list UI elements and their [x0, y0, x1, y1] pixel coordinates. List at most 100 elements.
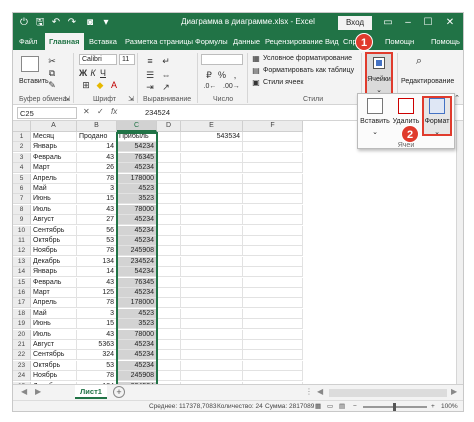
table-cell[interactable]	[243, 319, 303, 330]
table-cell-profit[interactable]: 45234	[117, 225, 157, 236]
normal-view-icon[interactable]: ▦	[315, 401, 321, 411]
column-header-a[interactable]: A	[31, 121, 77, 132]
table-cell-month[interactable]: Май	[31, 184, 77, 194]
table-cell[interactable]	[181, 142, 243, 153]
table-cell-sold[interactable]: 14	[77, 142, 117, 153]
minimize-icon[interactable]: –	[399, 16, 417, 30]
column-header-e[interactable]: E	[181, 121, 243, 132]
table-cell-profit[interactable]: 45234	[117, 163, 157, 174]
row-header[interactable]: 15	[13, 277, 31, 288]
row-header[interactable]: 22	[13, 350, 31, 361]
copy-icon[interactable]: ⧉	[47, 68, 57, 78]
paste-icon[interactable]	[21, 56, 39, 72]
table-cell-sold[interactable]: 27	[77, 215, 117, 226]
zoom-level[interactable]: 100%	[441, 401, 458, 411]
number-format-select[interactable]	[201, 54, 243, 65]
table-cell-profit[interactable]: 178000	[117, 173, 157, 184]
table-cell[interactable]	[181, 184, 243, 194]
table-cell[interactable]	[243, 308, 303, 319]
table-cell-sold[interactable]: 324	[77, 350, 117, 361]
tab-review[interactable]: Рецензирование	[265, 33, 323, 50]
table-cell[interactable]	[181, 173, 243, 184]
table-cell-month[interactable]: Август	[31, 340, 77, 350]
table-cell[interactable]	[157, 163, 181, 174]
tab-page-layout[interactable]: Разметка страницы	[125, 33, 193, 50]
format-as-table-button[interactable]: Форматировать как таблицу	[263, 67, 354, 74]
table-cell[interactable]	[243, 340, 303, 350]
row-header[interactable]: 13	[13, 256, 31, 267]
table-cell-month[interactable]: Январь	[31, 267, 77, 278]
row-header[interactable]: 1	[13, 132, 31, 142]
orientation-icon[interactable]: ↗	[159, 82, 173, 92]
table-cell[interactable]	[181, 194, 243, 205]
header-cell-sold[interactable]: Продано	[77, 132, 117, 142]
table-cell-sold[interactable]: 3	[77, 184, 117, 194]
table-cell[interactable]	[243, 225, 303, 236]
table-cell-e1[interactable]: 543534	[181, 132, 243, 142]
table-cell-profit[interactable]: 45234	[117, 236, 157, 246]
table-cell[interactable]	[181, 225, 243, 236]
table-cell[interactable]	[157, 204, 181, 215]
table-cell[interactable]	[157, 194, 181, 205]
paste-button[interactable]: Вставить	[19, 78, 49, 85]
camera-icon[interactable]: ◙	[83, 16, 97, 30]
wrap-text-icon[interactable]: ↵	[159, 56, 173, 66]
table-cell-month[interactable]: Сентябрь	[31, 350, 77, 361]
row-header[interactable]: 8	[13, 204, 31, 215]
table-cell-sold[interactable]: 43	[77, 204, 117, 215]
cancel-icon[interactable]: ✕	[83, 107, 90, 116]
table-cell[interactable]	[181, 319, 243, 330]
table-cell[interactable]	[181, 277, 243, 288]
row-header[interactable]: 2	[13, 142, 31, 153]
options-icon[interactable]: ⋮	[305, 387, 313, 396]
column-header-b[interactable]: B	[77, 121, 117, 132]
table-cell-month[interactable]: Июнь	[31, 194, 77, 205]
table-cell[interactable]	[243, 277, 303, 288]
table-cell-sold[interactable]: 3	[77, 308, 117, 319]
table-cell-month[interactable]: Апрель	[31, 298, 77, 309]
font-size-select[interactable]: 11	[119, 54, 135, 65]
table-cell[interactable]	[243, 194, 303, 205]
table-cell[interactable]	[157, 288, 181, 298]
table-cell-sold[interactable]: 78	[77, 246, 117, 257]
table-cell-profit[interactable]: 178000	[117, 298, 157, 309]
table-cell-sold[interactable]: 15	[77, 319, 117, 330]
table-cell[interactable]	[157, 308, 181, 319]
table-cell-month[interactable]: Апрель	[31, 173, 77, 184]
tab-insert[interactable]: Вставка	[89, 33, 117, 50]
table-cell-month[interactable]: Октябрь	[31, 360, 77, 371]
worksheet-grid[interactable]: A B C D E F 1 2 3 4 5 6 7 8 9 10 11 12 13 14 15 16 17 18 19 20 21 2…	[13, 121, 463, 384]
scroll-left-icon[interactable]: ◀	[317, 387, 323, 396]
table-cell[interactable]	[157, 236, 181, 246]
table-cell-month[interactable]: Март	[31, 163, 77, 174]
cut-icon[interactable]: ✂	[47, 56, 57, 66]
table-cell-month[interactable]: Ноябрь	[31, 246, 77, 257]
prev-sheet-icon[interactable]: ◀	[21, 387, 27, 396]
table-cell-month[interactable]: Май	[31, 308, 77, 319]
tab-assistant[interactable]: Помощн	[385, 33, 414, 50]
row-header[interactable]: 24	[13, 371, 31, 382]
zoom-out-icon[interactable]: −	[353, 401, 357, 411]
row-header[interactable]: 17	[13, 298, 31, 309]
italic-button[interactable]: К	[89, 68, 97, 78]
table-cell-sold[interactable]: 14	[77, 267, 117, 278]
header-cell-profit[interactable]: Прибыль	[117, 132, 157, 142]
table-cell-profit[interactable]: 78000	[117, 204, 157, 215]
table-cell[interactable]	[243, 184, 303, 194]
autosave-icon[interactable]: ⏻	[17, 16, 31, 30]
table-cell[interactable]	[181, 163, 243, 174]
table-cell[interactable]	[181, 350, 243, 361]
merge-center-icon[interactable]: ⇔	[159, 70, 173, 80]
table-cell[interactable]	[157, 319, 181, 330]
table-cell[interactable]	[157, 277, 181, 288]
table-cell-profit[interactable]: 245908	[117, 371, 157, 382]
row-header[interactable]: 10	[13, 225, 31, 236]
table-cell-sold[interactable]: 134	[77, 256, 117, 267]
format-cells-button[interactable]: Формат ⌄	[422, 94, 452, 142]
table-cell[interactable]	[243, 132, 303, 142]
table-cell[interactable]	[181, 360, 243, 371]
table-cell[interactable]	[157, 142, 181, 153]
save-icon[interactable]: 🖫	[33, 16, 47, 30]
header-cell-month[interactable]: Месяц	[31, 132, 77, 142]
table-cell-month[interactable]: Июль	[31, 204, 77, 215]
